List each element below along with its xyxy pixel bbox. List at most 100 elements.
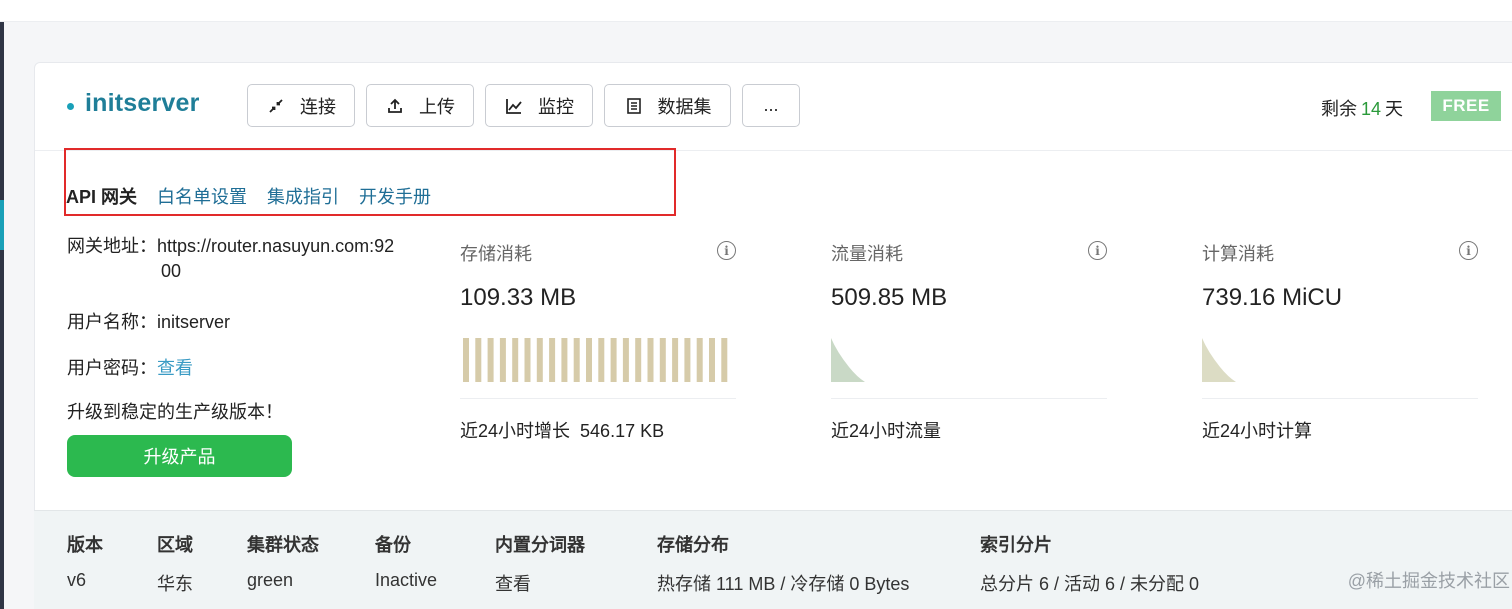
metric-title: 计算消耗: [1202, 244, 1274, 264]
dataset-button-label: 数据集: [657, 96, 712, 117]
status-dot-icon: [67, 103, 74, 110]
summary-value: 华东: [157, 574, 193, 594]
toolbar: 连接 上传 监控 数据集 ...: [247, 84, 811, 127]
storage-bar: [647, 338, 654, 382]
dataset-button[interactable]: 数据集: [604, 84, 731, 127]
storage-bar: [598, 338, 605, 382]
storage-bar: [622, 338, 629, 382]
summary-value: 热存储 111 MB / 冷存储 0 Bytes: [657, 574, 910, 594]
password-label: 用户密码：: [67, 358, 157, 378]
remaining-suffix: 天: [1385, 99, 1404, 119]
storage-bar: [463, 338, 469, 382]
monitor-button-label: 监控: [538, 96, 574, 117]
metric-footer-label: 近24小时增长: [460, 421, 571, 441]
connect-button-label: 连接: [300, 96, 336, 117]
metric-footer-label: 近24小时流量: [831, 421, 942, 441]
monitor-chart-icon: [504, 96, 524, 116]
summary-value: v6: [67, 570, 87, 590]
storage-bar: [635, 338, 642, 382]
divider: [460, 398, 736, 399]
summary-header: 内置分词器: [495, 535, 585, 555]
storage-bar: [659, 338, 666, 382]
username-label: 用户名称：: [67, 312, 157, 332]
metric-footer: 近24小时流量: [831, 417, 941, 443]
metric-value: 509.85 MB: [831, 284, 948, 311]
top-navigation-strip: [0, 0, 1512, 22]
monitor-button[interactable]: 监控: [485, 84, 593, 127]
summary-backup: 备份 Inactive: [375, 531, 437, 591]
info-icon[interactable]: i: [1088, 241, 1107, 260]
plan-badge: FREE: [1431, 91, 1501, 121]
metric-title: 存储消耗: [460, 244, 532, 264]
gateway-address-value-cont: 00: [161, 261, 182, 281]
summary-header: 备份: [375, 535, 411, 555]
storage-bar: [487, 338, 494, 382]
divider: [1202, 398, 1478, 399]
remaining-days: 剩余 14 天: [1321, 95, 1403, 121]
upgrade-prompt: 升级到稳定的生产级版本！: [67, 402, 283, 422]
storage-bar: [524, 338, 531, 382]
server-name[interactable]: initserver: [85, 89, 200, 118]
storage-bar: [573, 338, 580, 382]
card-header: initserver 连接 上传 监控 数据集 ... 剩余 14 天 FREE: [35, 63, 1512, 151]
summary-cluster-status: 集群状态 green: [247, 531, 319, 591]
info-icon[interactable]: i: [1459, 241, 1478, 260]
storage-bar: [684, 338, 691, 382]
summary-value: Inactive: [375, 570, 438, 590]
storage-bar: [512, 338, 519, 382]
storage-bar: [475, 338, 482, 382]
remaining-prefix: 剩余: [1321, 99, 1357, 119]
remaining-days-value: 14: [1361, 99, 1382, 119]
view-password-link[interactable]: 查看: [157, 358, 193, 378]
summary-value: 总分片 6 / 活动 6 / 未分配 0: [980, 574, 1200, 594]
dataset-icon: [624, 96, 644, 116]
summary-header: 区域: [157, 535, 193, 555]
info-icon[interactable]: i: [717, 241, 736, 260]
sparkline-area: [831, 338, 865, 382]
summary-header: 索引分片: [980, 535, 1052, 555]
username-value: initserver: [157, 312, 231, 332]
storage-bar: [561, 338, 568, 382]
summary-header: 版本: [67, 535, 103, 555]
summary-version: 版本 v6: [67, 531, 103, 591]
watermark: @稀土掘金技术社区: [1347, 571, 1510, 591]
summary-analyzer: 内置分词器 查看: [495, 531, 585, 596]
gateway-address-value: https://router.nasuyun.com:92: [157, 236, 395, 256]
upload-icon: [385, 96, 405, 116]
storage-bar: [549, 338, 556, 382]
summary-header: 集群状态: [247, 535, 319, 555]
storage-bar: [721, 338, 728, 382]
upload-button[interactable]: 上传: [366, 84, 474, 127]
connect-button[interactable]: 连接: [247, 84, 355, 127]
username-row: 用户名称：initserver: [67, 308, 230, 334]
traffic-metric: 流量消耗 i 509.85 MB 近24小时流量: [831, 240, 1107, 443]
compute-sparkline: [1202, 338, 1236, 382]
summary-value: green: [247, 570, 294, 590]
divider: [831, 398, 1107, 399]
sidebar-active-indicator: [0, 200, 4, 250]
metric-footer-label: 近24小时计算: [1202, 421, 1313, 441]
cluster-summary-bar: 版本 v6 区域 华东 集群状态 green 备份 Inactive 内置分词器…: [34, 510, 1512, 609]
upgrade-button[interactable]: 升级产品: [67, 435, 292, 477]
password-row: 用户密码：查看: [67, 354, 193, 380]
storage-sparkline: [463, 338, 728, 382]
traffic-sparkline: [831, 338, 865, 382]
storage-bar: [499, 338, 506, 382]
compute-metric: 计算消耗 i 739.16 MiCU 近24小时计算: [1202, 240, 1478, 441]
metric-value: 109.33 MB: [460, 284, 577, 311]
more-button[interactable]: ...: [742, 84, 800, 127]
storage-bar: [696, 338, 703, 382]
storage-bar: [610, 338, 617, 382]
summary-storage-distribution: 存储分布 热存储 111 MB / 冷存储 0 Bytes: [657, 531, 909, 596]
left-sidebar-edge: [0, 22, 4, 609]
more-button-label: ...: [763, 95, 779, 115]
summary-index-shards: 索引分片 总分片 6 / 活动 6 / 未分配 0: [980, 531, 1199, 596]
view-analyzer-link[interactable]: 查看: [495, 570, 585, 596]
metric-value: 739.16 MiCU: [1202, 284, 1343, 311]
storage-bar: [536, 338, 543, 382]
annotation-highlight-box: [64, 148, 676, 216]
upload-button-label: 上传: [419, 96, 455, 117]
connect-icon: [266, 96, 286, 116]
storage-bar: [672, 338, 679, 382]
storage-bar: [709, 338, 715, 382]
